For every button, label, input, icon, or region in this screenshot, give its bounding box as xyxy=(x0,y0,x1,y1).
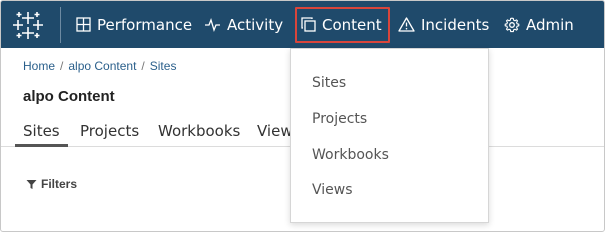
nav-activity[interactable]: Activity xyxy=(204,1,283,48)
warning-icon xyxy=(398,17,415,32)
menu-item-projects[interactable]: Projects xyxy=(312,111,367,127)
tab-projects[interactable]: Projects xyxy=(80,122,139,140)
breadcrumb: Home / alpo Content / Sites xyxy=(23,59,176,73)
tab-workbooks[interactable]: Workbooks xyxy=(158,122,240,140)
menu-item-sites[interactable]: Sites xyxy=(312,75,346,91)
breadcrumb-alpo-content[interactable]: alpo Content xyxy=(68,59,136,73)
tab-sites[interactable]: Sites xyxy=(23,122,60,140)
content-highlight-box xyxy=(295,7,390,43)
breadcrumb-separator: / xyxy=(141,59,145,73)
filters-button[interactable]: Filters xyxy=(26,177,77,191)
breadcrumb-separator: / xyxy=(60,59,64,73)
nav-admin[interactable]: Admin xyxy=(504,1,574,48)
nav-admin-label: Admin xyxy=(526,15,574,34)
tableau-logo-icon[interactable] xyxy=(11,9,45,41)
menu-item-views[interactable]: Views xyxy=(312,182,353,198)
funnel-icon xyxy=(26,179,37,189)
pulse-icon xyxy=(205,18,220,32)
nav-activity-label: Activity xyxy=(227,15,284,34)
menu-item-workbooks[interactable]: Workbooks xyxy=(312,147,389,163)
breadcrumb-sites[interactable]: Sites xyxy=(150,59,177,73)
nav-performance-label: Performance xyxy=(97,15,193,34)
page-title: alpo Content xyxy=(23,88,115,105)
gear-icon xyxy=(504,17,520,32)
app-window: Performance Activity Content Incidents A… xyxy=(0,0,605,232)
tab-views[interactable]: View xyxy=(257,122,293,140)
top-navigation-bar: Performance Activity Content Incidents A… xyxy=(1,1,604,48)
content-dropdown-menu: Sites Projects Workbooks Views xyxy=(290,48,489,223)
selected-tab-indicator xyxy=(15,144,68,147)
nav-performance[interactable]: Performance xyxy=(76,1,192,48)
logo-divider xyxy=(60,7,61,43)
nav-incidents[interactable]: Incidents xyxy=(398,1,489,48)
filters-label: Filters xyxy=(41,177,78,191)
breadcrumb-home[interactable]: Home xyxy=(23,59,55,73)
nav-incidents-label: Incidents xyxy=(421,15,490,34)
grid-icon xyxy=(76,17,91,32)
